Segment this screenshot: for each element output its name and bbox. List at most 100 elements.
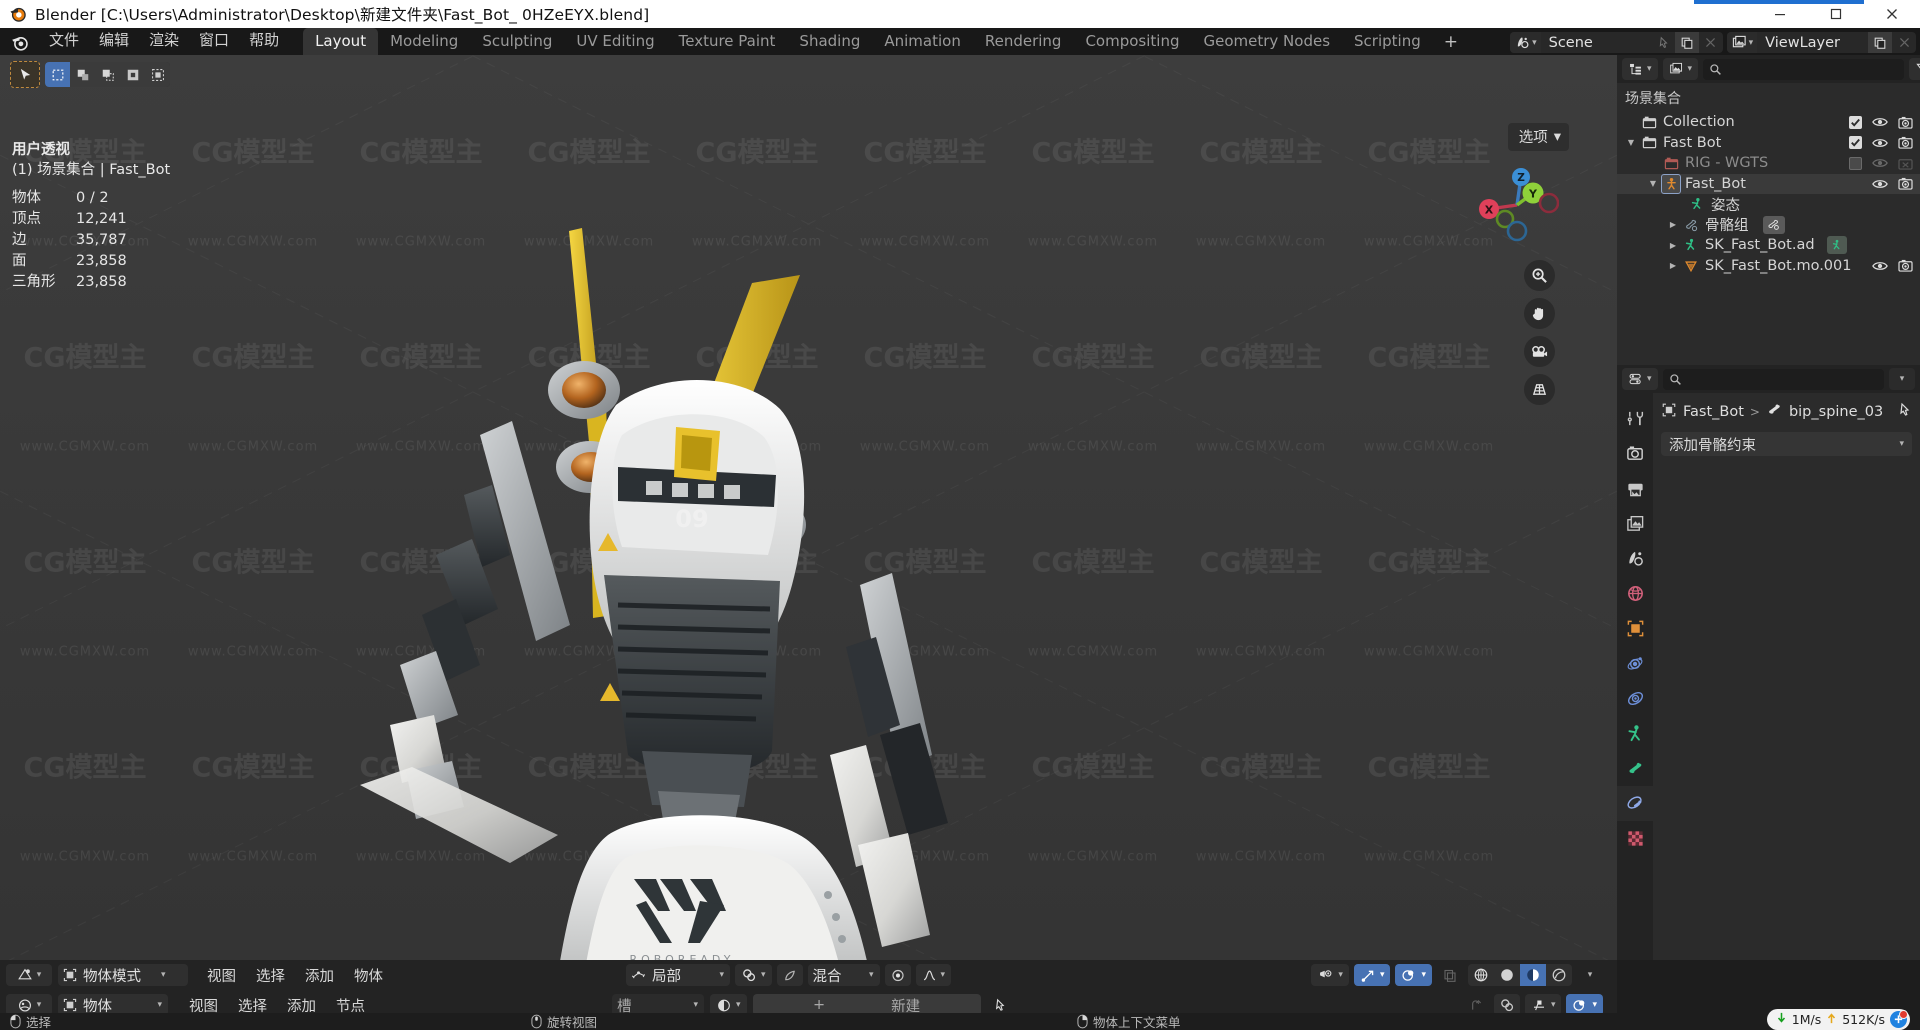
menu-object[interactable]: 物体 xyxy=(345,964,392,987)
visibility-eye-icon[interactable] xyxy=(1871,156,1888,171)
xray-toggle[interactable] xyxy=(1437,964,1463,986)
snap-magnet-button[interactable]: ▾ xyxy=(735,964,772,986)
outliner-row-fast-bot-object[interactable]: ▼ Fast_Bot xyxy=(1617,173,1920,194)
menu-add[interactable]: 添加 xyxy=(296,964,343,987)
close-button[interactable] xyxy=(1864,0,1920,28)
tab-bone[interactable] xyxy=(1617,751,1653,786)
network-speed-indicator[interactable]: 1M/s 512K/s xyxy=(1766,1009,1910,1030)
properties-editor-type-button[interactable]: ▾ xyxy=(1622,368,1658,390)
shading-material-preview-button[interactable] xyxy=(1520,964,1546,986)
tab-constraints[interactable] xyxy=(1617,681,1653,716)
render-camera-icon[interactable] xyxy=(1897,115,1914,130)
proportional-falloff-selector[interactable]: 混合 ▾ xyxy=(807,964,880,986)
maximize-button[interactable] xyxy=(1808,0,1864,28)
scene-unlink-icon[interactable] xyxy=(1699,32,1723,53)
add-workspace-button[interactable]: + xyxy=(1433,31,1469,55)
tab-armature[interactable] xyxy=(1617,716,1653,751)
select-invert-icon[interactable] xyxy=(120,62,145,87)
blender-logo-icon[interactable] xyxy=(9,31,31,53)
properties-options-button[interactable]: ▾ xyxy=(1889,368,1915,390)
editor-type-3dview-icon[interactable]: ▾ xyxy=(6,964,52,986)
breadcrumb-bone-name[interactable]: bip_spine_03 xyxy=(1789,404,1883,420)
tab-output[interactable] xyxy=(1617,471,1653,506)
gizmo-toggle[interactable]: ▾ xyxy=(1353,964,1391,986)
viewlayer-icon[interactable]: ▾ xyxy=(1726,32,1758,53)
scene-name[interactable]: Scene xyxy=(1541,35,1651,51)
menu-window[interactable]: 窗口 xyxy=(189,28,239,52)
falloff-curve-button[interactable]: ▾ xyxy=(915,964,952,986)
scene-icon[interactable]: ▾ xyxy=(1510,32,1541,53)
outliner-row-collection[interactable]: Collection xyxy=(1617,112,1920,133)
proportional-edit-toggle[interactable] xyxy=(776,964,803,986)
tab-compositing[interactable]: Compositing xyxy=(1073,28,1191,55)
viewlayer-selector[interactable]: ▾ ViewLayer xyxy=(1726,32,1916,53)
render-camera-icon[interactable] xyxy=(1897,135,1914,150)
viewlayer-new-copy-icon[interactable] xyxy=(1868,32,1892,53)
viewport-options-button[interactable]: 选项 ▾ xyxy=(1507,123,1569,151)
outliner-filter-button[interactable]: ▾ xyxy=(1909,58,1920,80)
navigation-gizmo[interactable]: X Z Y xyxy=(1475,163,1559,247)
pan-hand-icon[interactable] xyxy=(1524,298,1555,329)
select-extend-icon[interactable] xyxy=(70,62,95,87)
outliner-display-mode-button[interactable]: ▾ xyxy=(1622,58,1658,80)
menu-edit[interactable]: 编辑 xyxy=(89,28,139,52)
object-visibility-button[interactable]: ▾ xyxy=(1311,964,1349,986)
outliner-row-rig-wgts[interactable]: RIG - WGTS xyxy=(1617,153,1920,174)
add-bone-constraint-button[interactable]: 添加骨骼约束 ▾ xyxy=(1661,432,1912,456)
render-camera-icon[interactable] xyxy=(1897,258,1914,273)
tab-physics[interactable] xyxy=(1617,646,1653,681)
disclosure-closed-icon[interactable]: ▶ xyxy=(1665,256,1681,276)
visibility-eye-icon[interactable] xyxy=(1871,176,1888,191)
tab-texture[interactable] xyxy=(1617,821,1653,856)
select-subtract-icon[interactable] xyxy=(95,62,120,87)
tab-shading[interactable]: Shading xyxy=(787,28,872,55)
tab-viewlayer[interactable] xyxy=(1617,506,1653,541)
collection-checkbox[interactable] xyxy=(1849,156,1862,170)
collection-checkbox[interactable] xyxy=(1849,115,1862,129)
outliner-search-input[interactable] xyxy=(1703,58,1905,80)
menu-select[interactable]: 选择 xyxy=(247,964,294,987)
disclosure-open-icon[interactable]: ▼ xyxy=(1645,174,1661,194)
breadcrumb-object-name[interactable]: Fast_Bot xyxy=(1683,404,1744,420)
tab-object[interactable] xyxy=(1617,611,1653,646)
viewport-3d[interactable]: CG模型主 CG模型主 CG模型主 CG模型主 CG模型主 CG模型主 CG模型… xyxy=(0,55,1617,960)
pivot-point-button[interactable] xyxy=(884,964,911,986)
select-intersect-icon[interactable] xyxy=(145,62,170,87)
transform-orientation-selector[interactable]: 局部 ▾ xyxy=(626,964,730,986)
mode-selector[interactable]: 物体模式 ▾ xyxy=(58,964,188,986)
outliner-search-field[interactable] xyxy=(1727,61,1899,77)
viewlayer-name[interactable]: ViewLayer xyxy=(1757,35,1868,51)
outliner-row-pose[interactable]: 姿态 xyxy=(1617,194,1920,215)
scene-new-copy-icon[interactable] xyxy=(1674,32,1699,53)
tab-modeling[interactable]: Modeling xyxy=(378,28,470,55)
shading-rendered-button[interactable] xyxy=(1546,964,1572,986)
tab-sculpting[interactable]: Sculpting xyxy=(470,28,564,55)
camera-icon[interactable] xyxy=(1524,336,1555,367)
outliner-row-sk-fast-bot-ad[interactable]: ▶ SK_Fast_Bot.ad xyxy=(1617,235,1920,256)
disclosure-open-icon[interactable]: ▼ xyxy=(1623,133,1639,153)
tab-rendering[interactable]: Rendering xyxy=(973,28,1074,55)
viewlayer-unlink-icon[interactable] xyxy=(1892,32,1916,53)
outliner-row-fast-bot-collection[interactable]: ▼ Fast Bot xyxy=(1617,133,1920,154)
green-data-badge-icon[interactable] xyxy=(1826,236,1847,255)
menu-file[interactable]: 文件 xyxy=(39,28,89,52)
tab-layout[interactable]: Layout xyxy=(303,28,379,55)
menu-render[interactable]: 渲染 xyxy=(139,28,189,52)
menu-help[interactable]: 帮助 xyxy=(239,28,289,52)
visibility-eye-icon[interactable] xyxy=(1871,258,1888,273)
select-box-icon[interactable] xyxy=(45,62,70,87)
shield-plus-icon[interactable] xyxy=(1890,1010,1908,1028)
properties-search-input[interactable] xyxy=(1662,368,1884,390)
overlays-toggle[interactable]: ▾ xyxy=(1395,964,1432,986)
grid-perspective-icon[interactable] xyxy=(1524,374,1555,405)
tab-uv-editing[interactable]: UV Editing xyxy=(564,28,666,55)
visibility-eye-icon[interactable] xyxy=(1871,115,1888,130)
shading-options-dropdown[interactable]: ▾ xyxy=(1577,964,1603,986)
shading-wireframe-button[interactable] xyxy=(1468,964,1494,986)
tweak-cursor-icon[interactable] xyxy=(10,61,40,88)
shading-solid-button[interactable] xyxy=(1494,964,1520,986)
render-camera-icon[interactable] xyxy=(1897,176,1914,191)
tab-world[interactable] xyxy=(1617,576,1653,611)
tab-render[interactable] xyxy=(1617,436,1653,471)
outliner-filter-id-button[interactable]: ▾ xyxy=(1662,58,1699,80)
